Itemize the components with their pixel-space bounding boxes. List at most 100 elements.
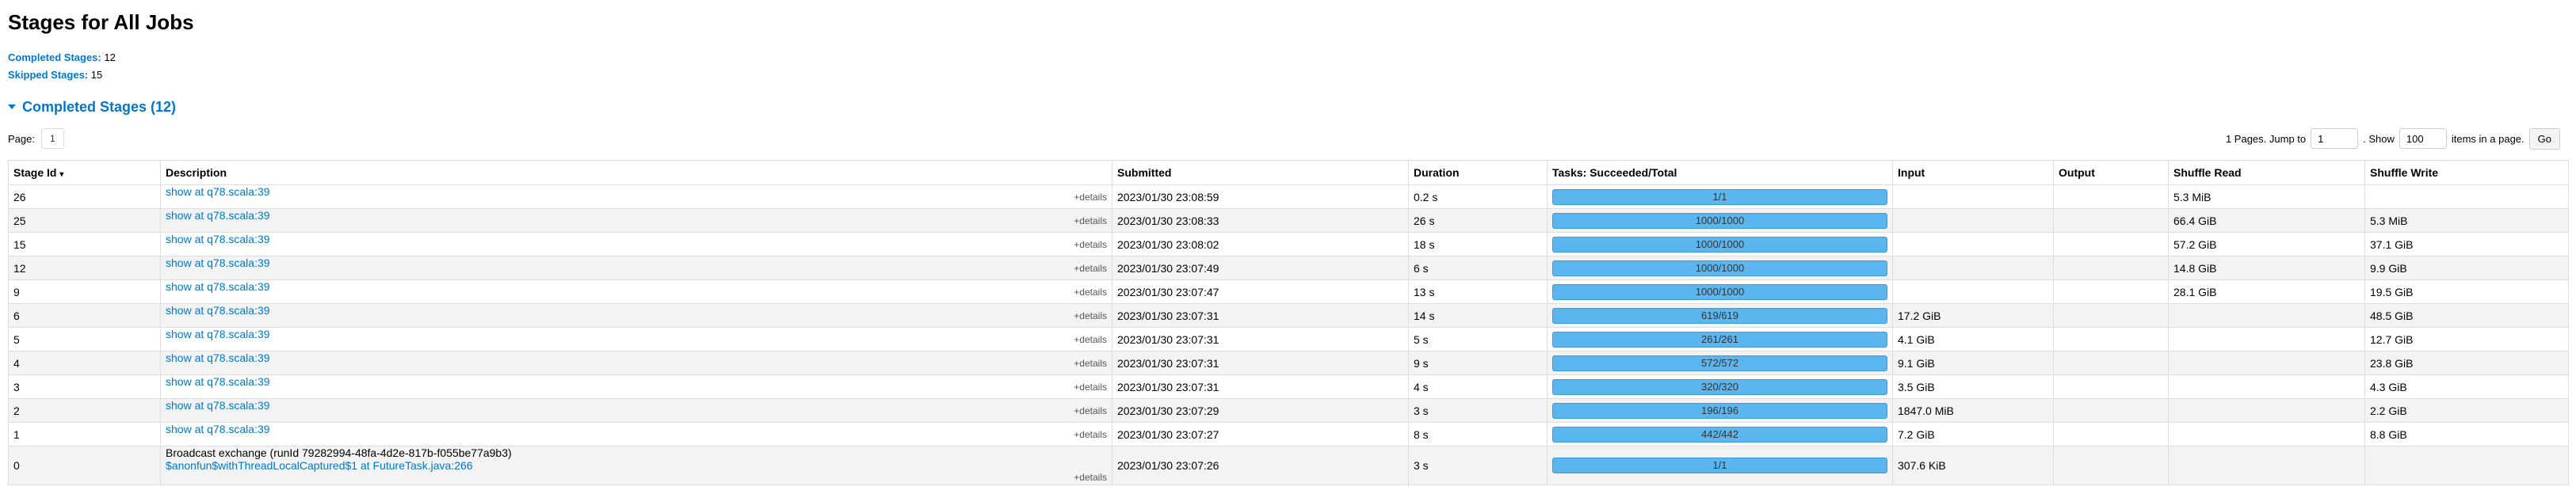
column-header-shuffle-write[interactable]: Shuffle Write (2364, 160, 2569, 185)
stage-description-link[interactable]: show at q78.scala:39 (166, 233, 270, 245)
jump-to-page-input[interactable] (2311, 128, 2359, 149)
duration-cell: 6 s (1408, 256, 1548, 280)
pagination-bar: Page: 1 1 Pages. Jump to . Show items in… (8, 125, 2568, 152)
column-header-description[interactable]: Description (160, 160, 1112, 185)
output-cell (2053, 398, 2169, 423)
stage-id-cell: 3 (8, 374, 161, 399)
duration-cell: 9 s (1408, 351, 1548, 375)
table-row: 0 Broadcast exchange (runId 79282994-48fa… (8, 446, 2569, 485)
stage-description-link[interactable]: show at q78.scala:39 (166, 256, 270, 269)
details-toggle[interactable]: +details (1074, 239, 1107, 250)
tasks-cell: 442/442 (1547, 422, 1893, 446)
tasks-cell: 1/1 (1547, 446, 1893, 485)
stage-id-cell: 9 (8, 279, 161, 304)
duration-cell: 5 s (1408, 327, 1548, 351)
details-toggle[interactable]: +details (1074, 358, 1107, 369)
tasks-cell: 196/196 (1547, 398, 1893, 423)
tasks-progress-bar: 1/1 (1552, 188, 1887, 205)
details-toggle[interactable]: +details (1074, 429, 1107, 440)
duration-cell: 8 s (1408, 422, 1548, 446)
duration-cell: 14 s (1408, 303, 1548, 328)
submitted-cell: 2023/01/30 23:08:02 (1112, 232, 1409, 256)
stage-description-link[interactable]: show at q78.scala:39 (166, 351, 270, 364)
column-header-tasks[interactable]: Tasks: Succeeded/Total (1547, 160, 1893, 185)
details-toggle[interactable]: +details (1074, 192, 1107, 203)
input-cell (1892, 208, 2054, 233)
stage-description-link[interactable]: show at q78.scala:39 (166, 328, 270, 340)
page-size-input[interactable] (2399, 128, 2447, 149)
submitted-cell: 2023/01/30 23:07:47 (1112, 279, 1409, 304)
stage-description-link[interactable]: $anonfun$withThreadLocalCaptured$1 at Fu… (166, 459, 473, 472)
tasks-progress-bar: 261/261 (1552, 331, 1887, 348)
details-toggle[interactable]: +details (1074, 287, 1107, 298)
description-cell: show at q78.scala:39 +details (160, 208, 1112, 233)
shuffle-read-cell (2168, 351, 2365, 375)
tasks-progress-bar: 572/572 (1552, 355, 1887, 371)
shuffle-read-cell (2168, 446, 2365, 485)
tasks-progress-label: 1000/1000 (1695, 214, 1745, 226)
shuffle-write-cell: 8.8 GiB (2364, 422, 2569, 446)
shuffle-write-cell: 48.5 GiB (2364, 303, 2569, 328)
details-toggle[interactable]: +details (1074, 334, 1107, 345)
output-cell (2053, 422, 2169, 446)
table-row: 12 show at q78.scala:39 +details 2023/01/30… (8, 256, 2569, 280)
shuffle-read-cell (2168, 374, 2365, 399)
shuffle-write-cell: 12.7 GiB (2364, 327, 2569, 351)
description-cell: show at q78.scala:39 +details (160, 303, 1112, 328)
tasks-progress-bar: 1000/1000 (1552, 260, 1887, 276)
details-toggle[interactable]: +details (1074, 405, 1107, 416)
duration-cell: 3 s (1408, 398, 1548, 423)
stage-id-cell: 25 (8, 208, 161, 233)
submitted-cell: 2023/01/30 23:08:59 (1112, 184, 1409, 209)
input-cell (1892, 256, 2054, 280)
submitted-cell: 2023/01/30 23:07:31 (1112, 374, 1409, 399)
stage-description-link[interactable]: show at q78.scala:39 (166, 185, 270, 198)
shuffle-write-cell: 2.2 GiB (2364, 398, 2569, 423)
completed-stages-link[interactable]: Completed Stages: (8, 51, 101, 63)
column-header-stage-id[interactable]: Stage Id ▾ (8, 160, 161, 185)
go-button[interactable]: Go (2528, 127, 2560, 150)
tasks-cell: 1000/1000 (1547, 256, 1893, 280)
input-cell: 9.1 GiB (1892, 351, 2054, 375)
completed-stages-toggle[interactable]: Completed Stages (12) (8, 97, 2568, 117)
tasks-progress-bar: 1000/1000 (1552, 236, 1887, 253)
stage-id-cell: 26 (8, 184, 161, 209)
details-toggle[interactable]: +details (1074, 310, 1107, 321)
tasks-progress-label: 320/320 (1701, 380, 1738, 393)
output-cell (2053, 446, 2169, 485)
stage-description-link[interactable]: show at q78.scala:39 (166, 304, 270, 317)
details-toggle[interactable]: +details (1074, 472, 1107, 483)
column-header-shuffle-read[interactable]: Shuffle Read (2168, 160, 2365, 185)
shuffle-write-cell: 5.3 MiB (2364, 208, 2569, 233)
stage-description-link[interactable]: show at q78.scala:39 (166, 423, 270, 435)
column-header-duration[interactable]: Duration (1408, 160, 1548, 185)
tasks-progress-label: 196/196 (1701, 404, 1738, 416)
column-header-submitted[interactable]: Submitted (1112, 160, 1409, 185)
stage-description-link[interactable]: show at q78.scala:39 (166, 375, 270, 388)
details-toggle[interactable]: +details (1074, 382, 1107, 393)
sort-descending-icon: ▾ (59, 170, 64, 179)
description-cell: show at q78.scala:39 +details (160, 374, 1112, 399)
output-cell (2053, 374, 2169, 399)
skipped-stages-link[interactable]: Skipped Stages: (8, 69, 88, 81)
page-1-button[interactable]: 1 (40, 128, 64, 149)
input-cell (1892, 232, 2054, 256)
stage-description-link[interactable]: show at q78.scala:39 (166, 399, 270, 412)
column-header-output[interactable]: Output (2053, 160, 2169, 185)
tasks-progress-label: 572/572 (1701, 356, 1738, 369)
table-row: 25 show at q78.scala:39 +details 2023/01/30… (8, 208, 2569, 233)
tasks-progress-bar: 1/1 (1552, 458, 1887, 473)
tasks-cell: 1000/1000 (1547, 208, 1893, 233)
tasks-cell: 619/619 (1547, 303, 1893, 328)
items-per-page-text: items in a page. (2451, 132, 2524, 145)
submitted-cell: 2023/01/30 23:07:49 (1112, 256, 1409, 280)
stage-description-link[interactable]: show at q78.scala:39 (166, 209, 270, 222)
tasks-progress-label: 619/619 (1701, 309, 1738, 321)
completed-stages-summary: Completed Stages: 12 (8, 49, 2568, 66)
details-toggle[interactable]: +details (1074, 215, 1107, 226)
submitted-cell: 2023/01/30 23:07:31 (1112, 303, 1409, 328)
details-toggle[interactable]: +details (1074, 263, 1107, 274)
column-header-input[interactable]: Input (1892, 160, 2054, 185)
stage-description-link[interactable]: show at q78.scala:39 (166, 280, 270, 293)
input-cell: 4.1 GiB (1892, 327, 2054, 351)
